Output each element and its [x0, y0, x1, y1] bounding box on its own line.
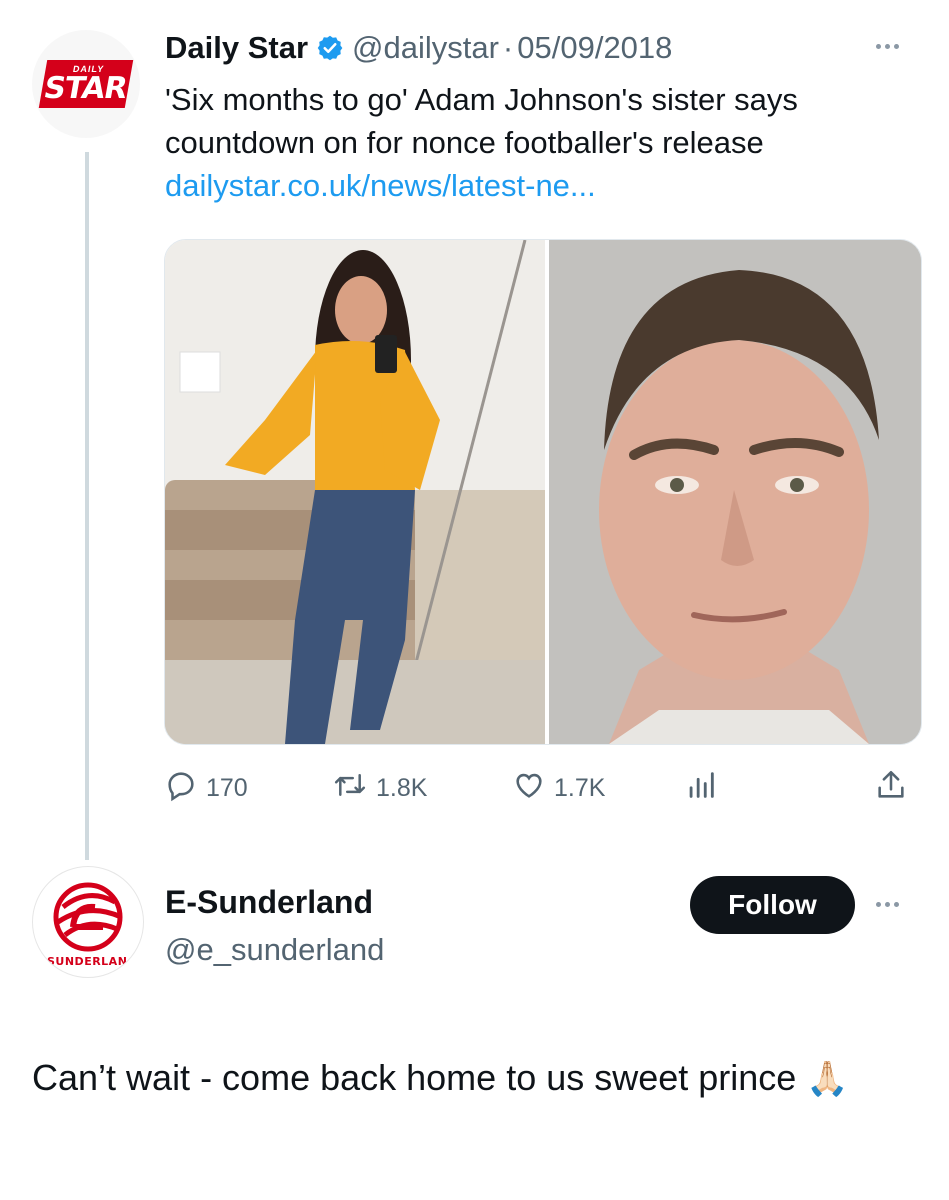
reply-author-handle[interactable]: @e_sunderland — [165, 932, 384, 968]
like-icon — [512, 768, 546, 809]
header-separator: · — [502, 30, 514, 65]
like-button[interactable]: 1.7K — [512, 768, 605, 809]
thread-connector-line — [85, 152, 89, 860]
share-button[interactable] — [874, 768, 908, 809]
retweet-button[interactable]: 1.8K — [332, 768, 427, 809]
reply-icon — [164, 768, 198, 809]
reply-text: Can’t wait - come back home to us sweet … — [32, 1057, 797, 1098]
tweet-header: Daily Star @dailystar · 05/09/2018 — [165, 26, 672, 70]
reply-body: Can’t wait - come back home to us sweet … — [32, 1050, 912, 1107]
share-icon — [874, 768, 908, 809]
tweet-media[interactable] — [164, 239, 922, 745]
reply-more-icon[interactable] — [876, 902, 899, 907]
reply-author-name[interactable]: E-Sunderland — [165, 884, 373, 921]
tweet-actions: 170 1.8K 1.7K — [164, 762, 920, 812]
author-name[interactable]: Daily Star — [165, 30, 308, 66]
tweet-body: 'Six months to go' Adam Johnson's sister… — [165, 78, 885, 207]
daily-star-logo: DAILY STAR — [38, 60, 134, 108]
avatar-label: SUNDERLAN — [47, 955, 128, 968]
retweet-icon — [332, 768, 368, 809]
tweet-link[interactable]: dailystar.co.uk/news/latest-ne... — [165, 168, 596, 203]
reply-button[interactable]: 170 — [164, 768, 248, 809]
photo-man-illustration — [549, 240, 921, 744]
reply-count: 170 — [206, 774, 248, 802]
more-icon[interactable] — [876, 44, 899, 49]
tweet-text: 'Six months to go' Adam Johnson's sister… — [165, 82, 798, 160]
author-handle[interactable]: @dailystar — [352, 30, 499, 66]
views-button[interactable] — [684, 768, 718, 809]
retweet-count: 1.8K — [376, 774, 428, 802]
like-count: 1.7K — [554, 774, 606, 802]
e-sunderland-avatar[interactable]: SUNDERLAN — [32, 866, 144, 978]
dailystar-avatar[interactable]: DAILY STAR — [32, 30, 140, 138]
praying-hands-emoji: 🙏🏻 — [806, 1059, 849, 1099]
media-photo-man[interactable] — [549, 240, 921, 744]
photo-woman-illustration — [165, 240, 545, 744]
verified-badge-icon — [316, 34, 344, 62]
tweet-date[interactable]: 05/09/2018 — [517, 30, 672, 66]
follow-button[interactable]: Follow — [690, 876, 855, 934]
media-photo-woman[interactable] — [165, 240, 545, 744]
views-icon — [684, 768, 718, 809]
